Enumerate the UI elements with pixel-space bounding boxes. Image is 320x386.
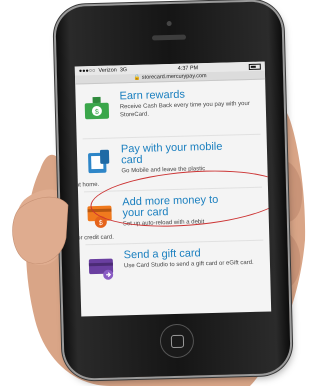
phone-screen: ●●●○○ Verizon 3G 4:37 PM 🔒 storecard.mer…	[74, 61, 272, 317]
cash-reward-icon: $	[84, 96, 110, 120]
signal-dots-icon: ●●●○○	[78, 67, 96, 74]
list-item-earn-rewards[interactable]: $ Earn rewards Receive Cash Back every t…	[81, 81, 261, 140]
carrier-label: Verizon	[98, 66, 117, 74]
front-camera	[166, 20, 172, 27]
clock: 4:37 PM	[177, 64, 199, 72]
item-description-tail: at home.	[75, 181, 100, 189]
lock-icon: 🔒	[133, 74, 141, 81]
item-description: Use Card Studio to send a gift card or e…	[123, 259, 254, 270]
mobile-payment-icon	[88, 149, 110, 174]
svg-text:$: $	[99, 220, 103, 227]
battery-icon	[248, 63, 261, 70]
item-title: Send a gift card	[123, 247, 201, 262]
smartphone: ●●●○○ Verizon 3G 4:37 PM 🔒 storecard.mer…	[55, 1, 291, 379]
svg-text:$: $	[95, 109, 99, 116]
network-label: 3G	[119, 66, 128, 73]
home-button[interactable]	[159, 323, 195, 359]
item-title-line2: card	[121, 153, 143, 167]
list-item-send-gift[interactable]: Send a gift card Use Card Studio to send…	[85, 241, 264, 299]
earpiece-speaker	[151, 34, 187, 41]
url-text: storecard.mercurypay.com	[141, 73, 207, 81]
home-square-icon	[170, 334, 185, 349]
item-title: Earn rewards	[119, 88, 186, 103]
gift-card-icon	[88, 258, 114, 280]
item-description-tail: or credit card.	[77, 234, 114, 242]
item-description: Receive Cash Back every time you pay wit…	[119, 100, 250, 118]
